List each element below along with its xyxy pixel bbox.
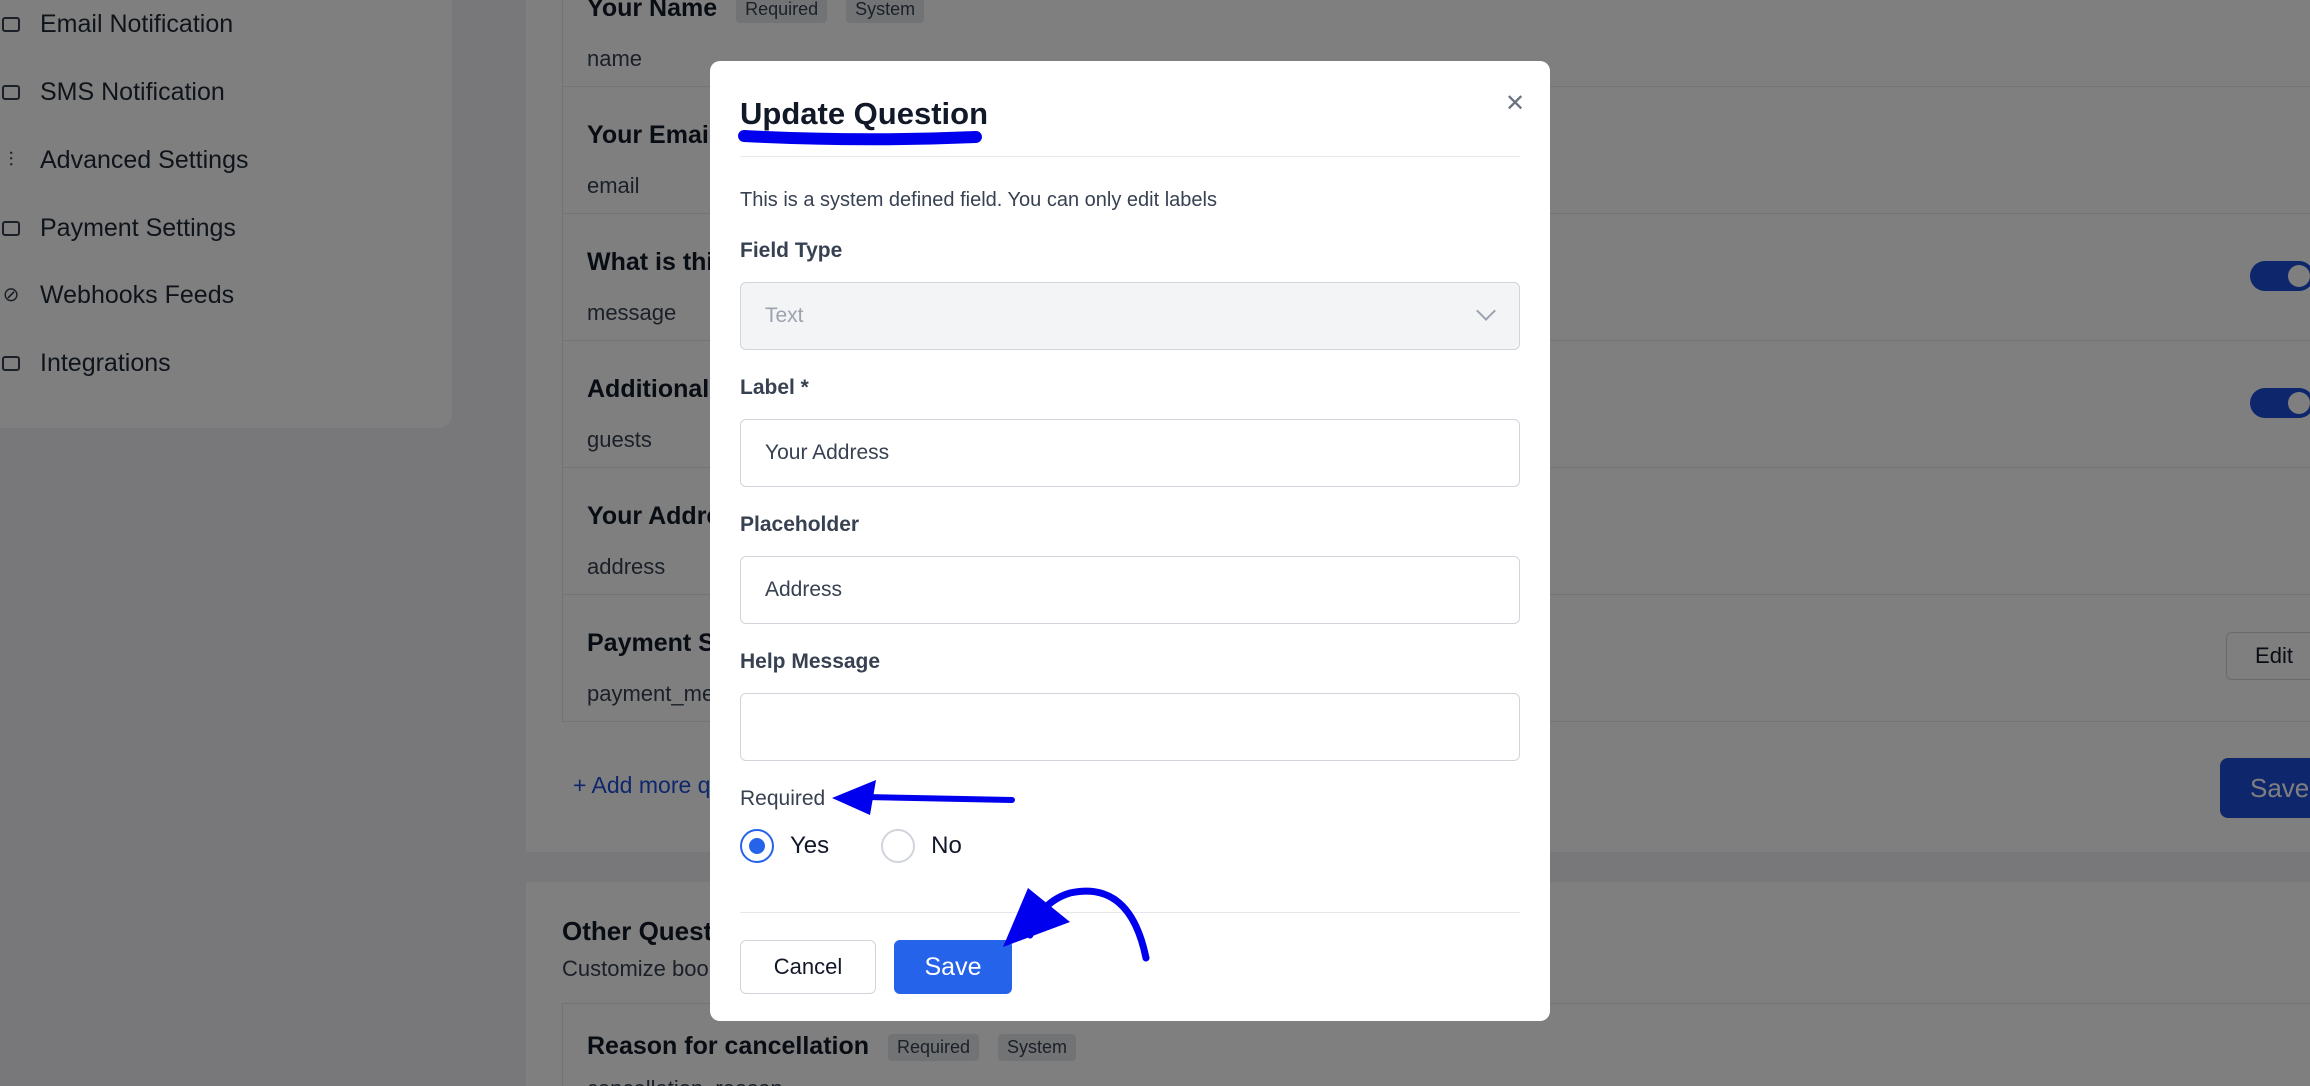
cancel-button[interactable]: Cancel [740,940,876,994]
update-question-modal: Update Question ✕ This is a system defin… [710,61,1550,1021]
radio-label: Yes [790,832,830,859]
placeholder-label: Placeholder [740,513,860,536]
label-label: Label * [740,376,809,399]
chevron-down-icon [1476,301,1496,321]
page: Email Notification SMS Notification ⫶ Ad… [0,0,2310,1086]
field-type-value: Text [765,304,804,327]
modal-title: Update Question [740,96,989,131]
required-yes-option[interactable]: Yes [740,829,829,863]
label-input[interactable]: Your Address [740,419,1520,487]
field-type-select[interactable]: Text [740,282,1520,350]
system-field-hint: This is a system defined field. You can … [740,189,1217,211]
help-message-label: Help Message [740,650,881,673]
placeholder-input[interactable]: Address [740,556,1520,624]
required-radio-group: Yes No [740,828,1014,864]
field-type-label: Field Type [740,239,843,262]
save-button[interactable]: Save [894,940,1012,994]
required-label: Required [740,787,826,810]
required-no-radio[interactable] [881,829,916,863]
close-icon[interactable]: ✕ [1498,87,1532,121]
help-message-input[interactable] [740,693,1520,761]
divider [740,156,1520,157]
required-yes-radio[interactable] [740,829,774,863]
divider [740,912,1520,913]
radio-label: No [931,832,962,859]
required-no-option[interactable]: No [881,829,962,863]
